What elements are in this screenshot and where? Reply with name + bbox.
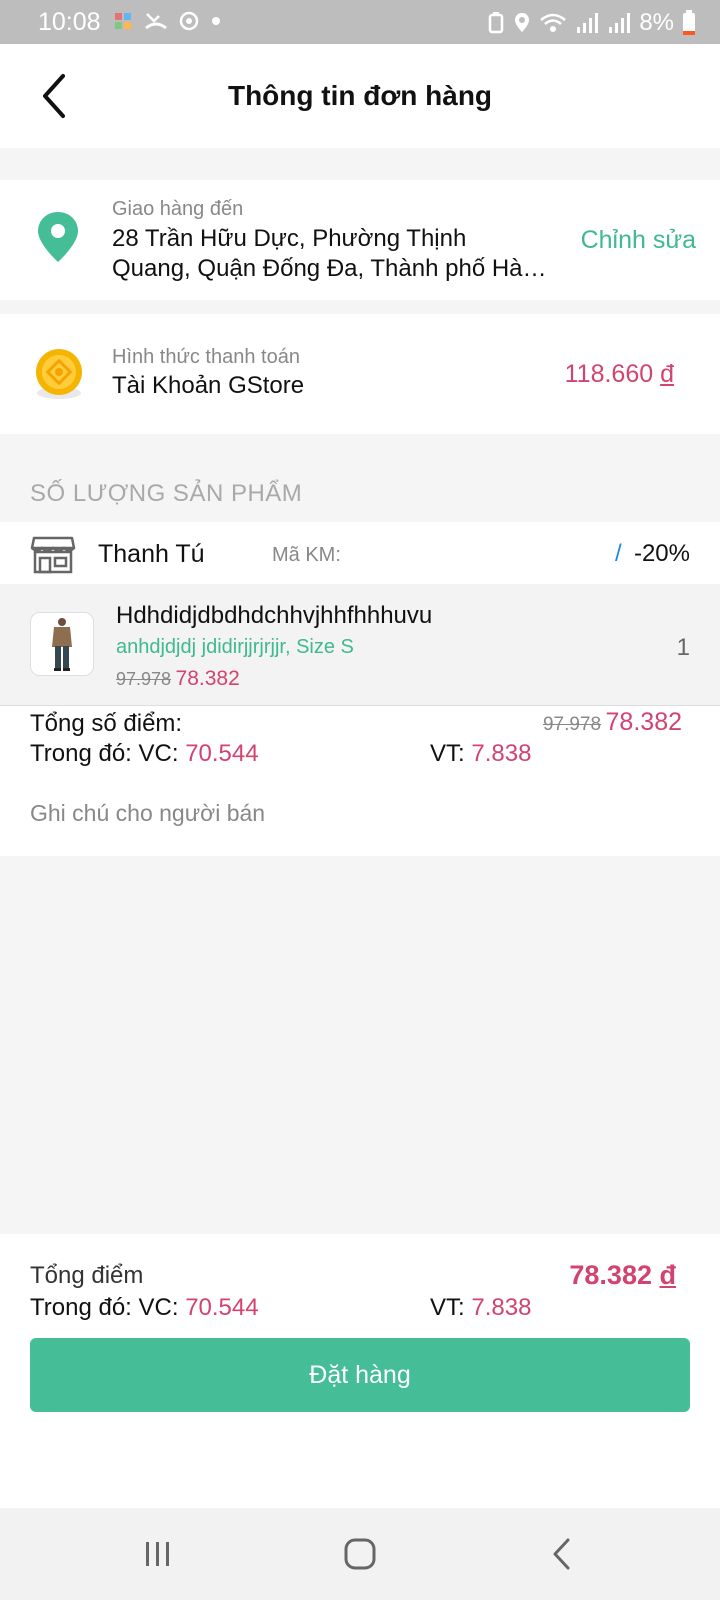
promo-code-label[interactable]: Mã KM: (272, 544, 341, 567)
missed-call-icon (145, 13, 167, 30)
vc-value: 70.544 (185, 740, 259, 767)
promo-discount: -20% (633, 540, 690, 567)
footer-total-amount: 78.382 đ (569, 1260, 676, 1291)
vt-label: VT: (430, 740, 465, 767)
total-price-original: 97.978 (542, 714, 602, 735)
vc-breakdown: Trong đó: VC: 70.544 (30, 740, 259, 768)
shop-name: Thanh Tú (98, 540, 205, 568)
shipping-label: Giao hàng đến (112, 198, 244, 220)
home-button[interactable] (330, 1530, 390, 1578)
product-thumbnail[interactable] (30, 612, 94, 676)
payment-label: Hình thức thanh toán (112, 346, 300, 368)
product-price-discounted: 78.382 (175, 667, 240, 690)
product-name: Hdhdidjdbdhdchhvjhhfhhhuvu (116, 602, 433, 629)
footer-total-label: Tổng điểm (30, 1262, 144, 1289)
shop-row: Thanh Tú Mã KM: / -20% (0, 522, 720, 584)
footer-vt-breakdown: VT: 7.838 (430, 1294, 531, 1322)
footer-total-value: 78.382 (569, 1260, 652, 1290)
total-points-label: Tổng số điểm: (30, 710, 183, 737)
wifi-icon (540, 13, 567, 32)
back-arrow-icon (553, 1538, 570, 1570)
product-item[interactable]: Hdhdidjdbdhdchhvjhhfhhhuvu anhdjdjdj jdi… (0, 584, 720, 706)
vc-label: Trong đó: VC: (30, 740, 179, 767)
recent-apps-icon (146, 1542, 169, 1566)
footer-vc-value: 70.544 (185, 1294, 259, 1321)
battery-saver-icon (489, 12, 504, 34)
sync-icon (179, 11, 199, 31)
payment-balance-value: 118.660 (564, 360, 654, 388)
app-header: Thông tin đơn hàng (0, 44, 720, 148)
status-bar: 10:08 8% (0, 0, 720, 44)
store-icon (30, 536, 76, 574)
location-status-icon (515, 13, 530, 32)
checkout-footer: Tổng điểm 78.382 đ Trong đó: VC: 70.544 … (0, 1234, 720, 1508)
signal-icon-1 (577, 13, 599, 33)
product-quantity: 1 (676, 634, 690, 661)
order-summary: Tổng số điểm: 97.978 78.382 Trong đó: VC… (0, 706, 720, 856)
product-variant: anhdjdjdj jdidirjjrjrjjr, Size S (116, 636, 354, 658)
footer-vc-label: Trong đó: VC: (30, 1294, 179, 1321)
nav-back-button[interactable] (532, 1530, 592, 1578)
location-pin-icon (38, 212, 78, 262)
total-price-discounted: 78.382 (605, 708, 682, 736)
app-notification-icon (115, 13, 131, 29)
page-title: Thông tin đơn hàng (227, 80, 493, 111)
seller-note-input[interactable] (30, 800, 690, 827)
system-nav-bar (0, 1508, 720, 1600)
edit-address-button[interactable]: Chỉnh sửa (581, 226, 696, 255)
footer-vt-label: VT: (430, 1294, 465, 1321)
product-price-original: 97.978 (116, 669, 172, 689)
recent-apps-button[interactable] (128, 1530, 188, 1578)
footer-vt-value: 7.838 (471, 1294, 532, 1321)
total-points-prices: 97.978 78.382 (543, 708, 682, 737)
payment-method: Tài Khoản GStore (112, 372, 305, 399)
notification-icons (112, 10, 222, 32)
place-order-button[interactable]: Đặt hàng (30, 1338, 690, 1412)
products-section-title: SỐ LƯỢNG SẢN PHẨM (30, 480, 303, 507)
address-line-1: 28 Trần Hữu Dực, Phường Thịnh (112, 225, 467, 252)
address-line-2: Quang, Quận Đống Đa, Thành phố Hà Nội (112, 255, 552, 282)
coin-icon (36, 349, 82, 399)
product-prices: 97.978 78.382 (116, 667, 240, 691)
home-icon (344, 1538, 376, 1570)
vt-value: 7.838 (471, 740, 532, 767)
system-icons: 8% (487, 9, 696, 37)
product-image (31, 613, 93, 675)
shipping-address-card: Giao hàng đến 28 Trần Hữu Dực, Phường Th… (0, 180, 720, 300)
status-time: 10:08 (38, 8, 101, 36)
dot-icon (212, 17, 220, 25)
payment-balance: 118.660 đ (565, 360, 674, 389)
signal-icon-2 (609, 13, 631, 33)
promo-separator: / (615, 540, 622, 567)
vt-breakdown: VT: 7.838 (430, 740, 531, 768)
battery-icon (683, 10, 695, 35)
shipping-address: 28 Trần Hữu Dực, Phường Thịnh Quang, Quậ… (112, 224, 552, 284)
footer-currency: đ (659, 1260, 677, 1290)
currency-symbol: đ (660, 360, 674, 388)
battery-percent: 8% (639, 9, 674, 36)
payment-method-card[interactable]: Hình thức thanh toán Tài Khoản GStore 11… (0, 314, 720, 434)
footer-vc-breakdown: Trong đó: VC: 70.544 (30, 1294, 259, 1322)
